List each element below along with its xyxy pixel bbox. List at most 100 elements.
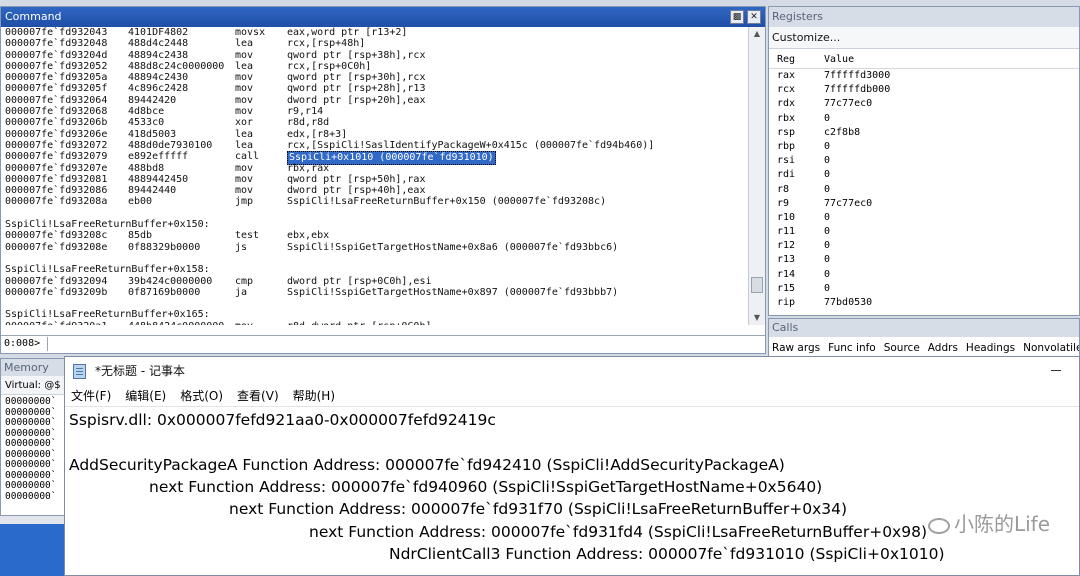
disasm-bytes: 0f88329b0000 [128,241,201,253]
disasm-line: 000007fe`fd93206b 4533c0 xor r8d,r8d [5,117,749,128]
disasm-mnemonic: mov [235,321,253,325]
disasm-operand: dword ptr [rsp+40h],eax [287,185,426,197]
disasm-line: 000007fe`fd932068 4d8bce mov r9,r14 [5,106,749,117]
register-value: 0 [824,211,831,223]
register-row[interactable]: rsp c2f8b8 [769,126,1079,140]
notepad-menu-bar: 文件(F) 编辑(E) 格式(O) 查看(V) 帮助(H) [65,385,1079,407]
disasm-line [5,298,749,309]
menu-item[interactable]: 查看(V) [237,385,279,406]
customize-button[interactable]: Customize... [769,27,1079,49]
disasm-mnemonic: mov [235,106,254,118]
disasm-operand: qword ptr [rsp+50h],rax [287,173,426,185]
menu-item[interactable]: 编辑(E) [125,385,166,406]
disasm-line: 000007fe`fd93204d 48894c2438 mov qword ptr … [5,50,749,61]
console-icon[interactable]: ▩ [730,10,744,24]
register-name: rsi [777,155,796,167]
disasm-line: SspiCli!LsaFreeReturnBuffer+0x158: [5,264,749,275]
calls-title: Calls [769,319,1079,337]
disasm-operand: ebx,ebx [287,230,330,242]
register-row[interactable]: rax 7fffffd3000 [769,69,1079,83]
register-row[interactable]: r9 77c77ec0 [769,197,1079,211]
disasm-operand: r9,r14 [287,106,324,118]
disasm-address: 000007fe`fd93207e [5,162,108,174]
disasm-mnemonic: js [235,241,248,253]
disasm-operand: rcx,[rsp+0C0h] [287,60,372,72]
disasm-line: 000007fe`fd932064 89442420 mov dword ptr [r… [5,95,749,106]
register-value: 0 [824,226,831,238]
disasm-line: 000007fe`fd93209b 0f87169b0000 ja SspiCli!S… [5,287,749,298]
register-row[interactable]: r10 0 [769,211,1079,225]
disasm-operand: dword ptr [rsp+20h],eax [287,94,426,106]
close-icon[interactable]: ✕ [747,10,761,24]
register-row[interactable]: r15 0 [769,282,1079,296]
disasm-bytes: 488d8c24c0000000 [128,60,225,72]
register-row[interactable]: r14 0 [769,268,1079,282]
register-value: 77bd0530 [824,297,873,308]
disasm-line: 000007fe`fd93208c 85db test ebx,ebx [5,230,749,241]
disasm-label: SspiCli!LsaFreeReturnBuffer+0x158: [5,264,210,276]
notepad-title: *无标题 - 记事本 [95,364,185,378]
disasm-bytes: 0f87169b0000 [128,286,201,298]
register-name: r10 [777,211,796,223]
scroll-up-icon[interactable]: ▲ [749,27,765,41]
disasm-bytes: 4d8bce [128,106,165,118]
disasm-mnemonic: lea [235,60,254,72]
menu-item[interactable]: 格式(O) [180,385,223,406]
scroll-thumb[interactable] [751,277,763,293]
disasm-mnemonic: mov [235,94,254,106]
register-value: 0 [824,254,831,266]
disasm-line: 000007fe`fd93208e 0f88329b0000 js SspiCli!S… [5,242,749,253]
disasm-mnemonic: lea [235,128,254,140]
disasm-line: 000007fe`fd932079 e892efffff call SspiCli+0… [5,151,749,165]
register-row[interactable]: r13 0 [769,253,1079,267]
command-input-bar[interactable]: 0:008> [1,335,765,353]
disasm-mnemonic: mov [235,49,254,61]
disasm-operand: rbx,rax [287,162,330,174]
register-row[interactable]: rbp 0 [769,140,1079,154]
disasm-mnemonic: mov [235,162,254,174]
disasm-mnemonic: call [235,151,260,163]
register-name: rdi [777,169,796,181]
register-value: 0 [824,140,831,152]
command-scrollbar[interactable]: ▲ ▼ [748,27,765,325]
virtual-value: @$ [44,380,61,391]
menu-item[interactable]: 帮助(H) [293,385,335,406]
menu-item[interactable]: 文件(F) [71,385,111,406]
disasm-operand: r8d,r8d [287,117,330,129]
disasm-operand: eax,word ptr [r13+2] [287,27,408,38]
notepad-window: *无标题 - 记事本 文件(F) 编辑(E) 格式(O) 查看(V) 帮助(H) Ssp… [64,356,1080,576]
disasm-mnemonic: mov [235,185,254,197]
register-row[interactable]: r11 0 [769,225,1079,239]
text-line: Sspisrv.dll: 0x000007fefd921aa0-0x000007… [69,411,496,429]
disasm-mnemonic: xor [235,117,254,129]
register-name: rax [777,70,796,81]
disasm-bytes: eb00 [128,196,153,208]
disasm-line: 000007fe`fd932081 4889442450 mov qword ptr … [5,174,749,185]
disasm-address: 000007fe`fd93204d [5,49,108,61]
register-row[interactable]: rdi 0 [769,168,1079,182]
disasm-operand: r8d,dword ptr [rsp+0C0h] [287,321,432,325]
disasm-address: 000007fe`fd932064 [5,94,108,106]
register-row[interactable]: rip 77bd0530 [769,296,1079,310]
disasm-bytes: 488d0de7930100 [128,139,213,151]
register-row[interactable]: rbx 0 [769,112,1079,126]
register-row[interactable]: r8 0 [769,183,1079,197]
register-name: rdx [777,98,796,110]
register-row[interactable]: rcx 7fffffdb000 [769,83,1079,97]
scroll-down-icon[interactable]: ▼ [749,311,765,325]
register-value: 0 [824,169,831,181]
disasm-line [5,208,749,219]
register-row[interactable]: r12 0 [769,239,1079,253]
register-name: rbx [777,112,796,124]
text-line: NdrClientCall3 Function Address: 000007f… [389,545,945,563]
disasm-operand: qword ptr [rsp+38h],rcx [287,49,426,61]
disasm-address: 000007fe`fd93209b [5,286,108,298]
register-value: 0 [824,183,831,195]
register-row[interactable]: rsi 0 [769,154,1079,168]
disasm-mnemonic: cmp [235,275,254,287]
memory-virtual-field[interactable]: Virtual: @$ [1,376,67,395]
register-row[interactable]: rdx 77c77ec0 [769,97,1079,111]
minimize-icon[interactable] [1051,370,1061,371]
disasm-line: 000007fe`fd932072 488d0de7930100 lea rcx,[S… [5,140,749,151]
disasm-address: 000007fe`fd932068 [5,106,108,118]
